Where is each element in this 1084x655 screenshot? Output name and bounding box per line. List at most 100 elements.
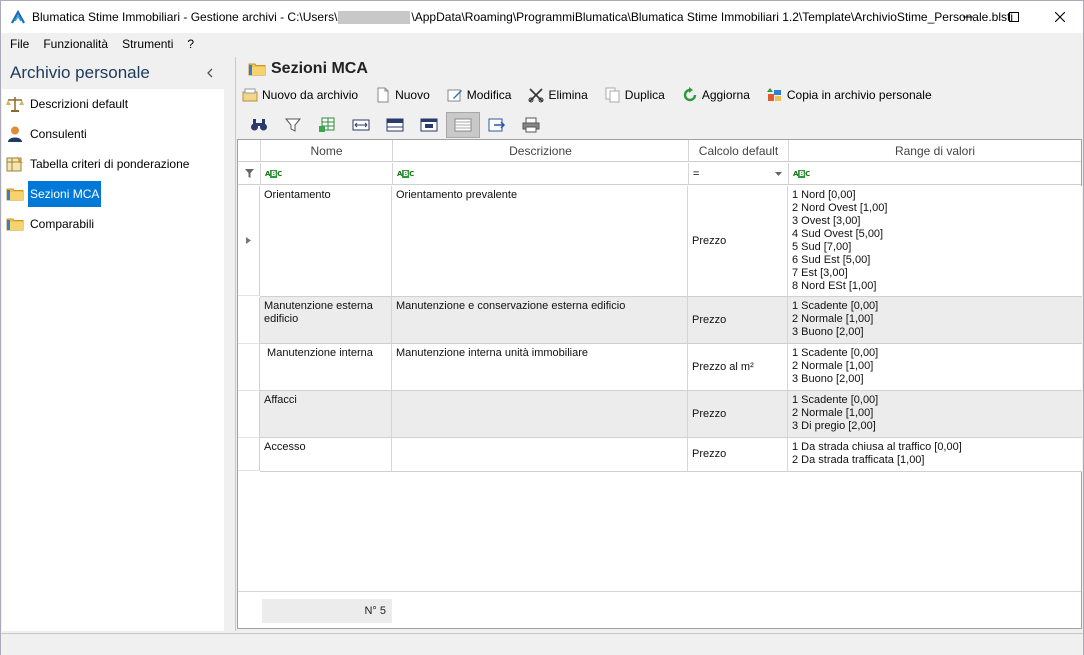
text-filter-icon: ABC: [265, 169, 283, 178]
maximize-button[interactable]: [991, 1, 1037, 33]
cell-nome[interactable]: Accesso: [260, 438, 392, 471]
row-indicator[interactable]: [238, 186, 260, 296]
table-row[interactable]: Manutenzione interna Manutenzione intern…: [260, 344, 1082, 391]
folder-icon: [6, 185, 24, 203]
range-value: 3 Buono [2,00]: [792, 326, 864, 338]
cell-range[interactable]: 1 Scadente [0,00] 2 Normale [1,00] 3 Buo…: [788, 297, 1082, 343]
filter-row-icon-cell: [238, 163, 261, 185]
filter-icon: [285, 118, 301, 132]
export-button[interactable]: [480, 112, 514, 138]
person-icon: [6, 125, 24, 143]
close-icon: [1055, 12, 1065, 22]
range-value: 3 Ovest [3,00]: [792, 215, 861, 227]
cell-nome[interactable]: Orientamento: [260, 186, 392, 296]
gridlines-button[interactable]: [446, 112, 480, 138]
table-row[interactable]: Accesso Prezzo 1 Da strada chiusa al tra…: [260, 438, 1082, 472]
column-header-range-valori[interactable]: Range di valori: [789, 140, 1081, 162]
nuovo-label: Nuovo: [395, 88, 430, 102]
table-row[interactable]: Orientamento Orientamento prevalente Pre…: [260, 186, 1082, 297]
cell-range[interactable]: 1 Scadente [0,00] 2 Normale [1,00] 3 Di …: [788, 391, 1082, 437]
cell-calcolo[interactable]: Prezzo: [688, 438, 788, 471]
cell-descrizione[interactable]: Manutenzione interna unità immobiliare: [392, 344, 688, 390]
current-row-arrow-icon: [246, 237, 251, 244]
nuovo-da-archivio-button[interactable]: Nuovo da archivio: [242, 87, 358, 103]
column-header-nome[interactable]: Nome: [261, 140, 393, 162]
chevron-left-icon[interactable]: [206, 68, 214, 78]
cell-descrizione[interactable]: [392, 391, 688, 437]
range-value: 2 Da strada trafficata [1,00]: [792, 454, 925, 466]
filter-calcolo-select[interactable]: =: [689, 163, 789, 185]
cell-calcolo[interactable]: Prezzo al m²: [688, 344, 788, 390]
menu-strumenti[interactable]: Strumenti: [115, 37, 180, 51]
range-value: 2 Nord Ovest [1,00]: [792, 202, 888, 214]
cell-calcolo[interactable]: Prezzo: [688, 391, 788, 437]
columns-icon: [386, 118, 404, 132]
row-indicator[interactable]: [238, 391, 260, 438]
cell-range[interactable]: 1 Scadente [0,00] 2 Normale [1,00] 3 Buo…: [788, 344, 1082, 390]
range-value: 1 Nord [0,00]: [792, 189, 856, 201]
row-indicator[interactable]: [238, 344, 260, 391]
text-filter-icon: ABC: [793, 169, 811, 178]
data-grid: Nome Descrizione Calcolo default Range d…: [237, 139, 1082, 629]
copia-label: Copia in archivio personale: [786, 88, 932, 102]
menu-funzionalita[interactable]: Funzionalità: [36, 37, 115, 51]
elimina-button[interactable]: Elimina: [528, 87, 588, 103]
cell-nome[interactable]: Affacci: [260, 391, 392, 437]
range-value: 3 Di pregio [2,00]: [792, 420, 876, 432]
sidebar-item-descrizioni-default[interactable]: Descrizioni default: [2, 89, 224, 119]
copia-archivio-button[interactable]: Copia in archivio personale: [766, 87, 932, 103]
filter-nome-input[interactable]: ABC: [261, 163, 393, 185]
close-button[interactable]: [1037, 1, 1083, 33]
panel-title: Sezioni MCA: [271, 60, 368, 77]
modifica-button[interactable]: Modifica: [447, 87, 511, 103]
row-indicator[interactable]: [238, 297, 260, 344]
filter-range-input[interactable]: ABC: [789, 163, 1081, 185]
print-button[interactable]: [514, 112, 548, 138]
title-bar: Blumatica Stime Immobiliari - Gestione a…: [1, 1, 1083, 33]
table-row[interactable]: Affacci Prezzo 1 Scadente [0,00] 2 Norma…: [260, 391, 1082, 438]
cell-nome[interactable]: Manutenzione interna: [260, 344, 392, 390]
action-toolbar: Nuovo da archivio Nuovo Modifica Elimina…: [242, 82, 949, 108]
cell-descrizione[interactable]: [392, 438, 688, 471]
filter-operator: =: [693, 167, 700, 180]
fit-width-button[interactable]: [344, 112, 378, 138]
grid-toolbar: [242, 112, 548, 138]
group-button[interactable]: [412, 112, 446, 138]
application-window: Blumatica Stime Immobiliari - Gestione a…: [0, 0, 1084, 655]
range-value: 7 Est [3,00]: [792, 267, 848, 279]
cell-descrizione[interactable]: Manutenzione e conservazione esterna edi…: [392, 297, 688, 343]
cell-calcolo[interactable]: Prezzo: [688, 186, 788, 296]
sidebar-item-comparabili[interactable]: Comparabili: [2, 209, 224, 239]
cell-range[interactable]: 1 Nord [0,00] 2 Nord Ovest [1,00] 3 Oves…: [788, 186, 1082, 296]
nuovo-da-archivio-label: Nuovo da archivio: [262, 88, 359, 102]
folder-icon: [6, 215, 24, 233]
minimize-button[interactable]: [945, 1, 991, 33]
columns-button[interactable]: [378, 112, 412, 138]
group-icon: [420, 118, 438, 132]
filter-button[interactable]: [276, 112, 310, 138]
sidebar-item-consulenti[interactable]: Consulenti: [2, 119, 224, 149]
filter-descrizione-input[interactable]: ABC: [393, 163, 689, 185]
column-header-descrizione[interactable]: Descrizione: [393, 140, 689, 162]
nuovo-button[interactable]: Nuovo: [375, 87, 430, 103]
column-header-calcolo-default[interactable]: Calcolo default: [689, 140, 789, 162]
menu-file[interactable]: File: [3, 37, 36, 51]
grid-add-icon: [319, 117, 335, 132]
cell-descrizione[interactable]: Orientamento prevalente: [392, 186, 688, 296]
row-indicator[interactable]: [238, 438, 260, 471]
sidebar-item-tabella-criteri[interactable]: Tabella criteri di ponderazione: [2, 149, 224, 179]
aggiorna-button[interactable]: Aggiorna: [682, 87, 750, 103]
scales-icon: [6, 95, 24, 113]
table-row[interactable]: Manutenzione esterna edificio Manutenzio…: [260, 297, 1082, 344]
grid-add-button[interactable]: [310, 112, 344, 138]
cell-calcolo[interactable]: Prezzo: [688, 297, 788, 343]
range-value: 8 Nord ESt [1,00]: [792, 280, 877, 292]
duplica-button[interactable]: Duplica: [605, 87, 665, 103]
status-bar: [1, 633, 1083, 655]
cell-nome[interactable]: Manutenzione esterna edificio: [260, 297, 392, 343]
menu-help[interactable]: ?: [180, 37, 201, 51]
sidebar-item-label: Comparabili: [30, 217, 95, 231]
cell-range[interactable]: 1 Da strada chiusa al traffico [0,00] 2 …: [788, 438, 1082, 471]
find-button[interactable]: [242, 112, 276, 138]
sidebar-item-sezioni-mca[interactable]: Sezioni MCA: [2, 179, 224, 209]
